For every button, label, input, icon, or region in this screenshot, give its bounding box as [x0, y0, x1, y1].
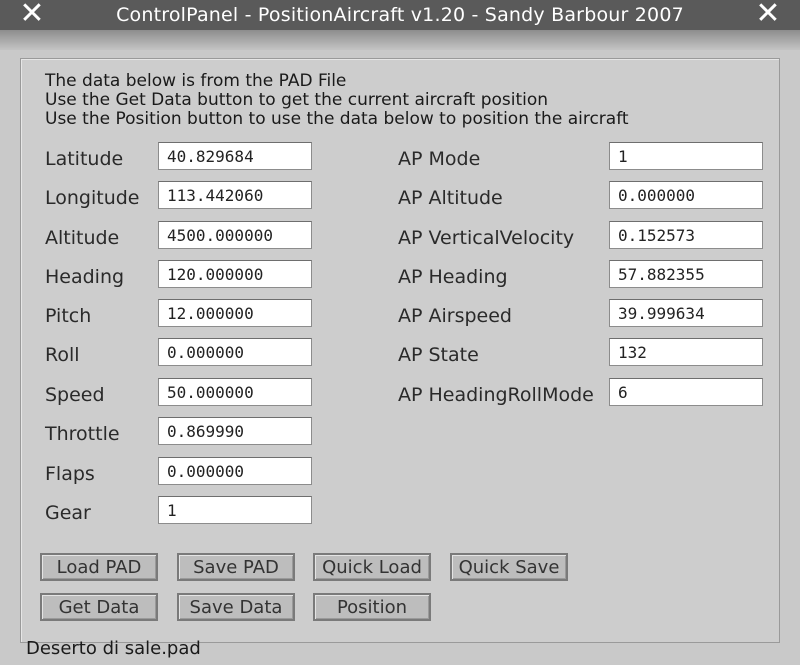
- label-ap-state: AP State: [398, 344, 479, 366]
- info-line-1: The data below is from the PAD File: [45, 71, 347, 91]
- label-latitude: Latitude: [45, 148, 124, 170]
- ap-airspeed-field[interactable]: [609, 299, 763, 327]
- label-ap-altitude: AP Altitude: [398, 187, 503, 209]
- position-button[interactable]: Position: [313, 593, 431, 621]
- ap-mode-field[interactable]: [609, 142, 763, 170]
- label-altitude: Altitude: [45, 227, 120, 249]
- longitude-field[interactable]: [158, 181, 312, 209]
- label-ap-heading-roll-mode: AP HeadingRollMode: [398, 384, 594, 406]
- heading-field[interactable]: [158, 260, 312, 288]
- label-longitude: Longitude: [45, 187, 140, 209]
- gear-field[interactable]: [158, 496, 312, 524]
- label-gear: Gear: [45, 502, 91, 524]
- quick-save-button[interactable]: Quick Save: [450, 553, 568, 581]
- label-heading: Heading: [45, 266, 125, 288]
- title-separator: [0, 30, 800, 50]
- save-data-button[interactable]: Save Data: [177, 593, 295, 621]
- ap-heading-roll-mode-field[interactable]: [609, 378, 763, 406]
- close-icon-right[interactable]: ✕: [748, 0, 788, 30]
- label-ap-vertical-velocity: AP VerticalVelocity: [398, 227, 575, 249]
- label-ap-heading: AP Heading: [398, 266, 508, 288]
- altitude-field[interactable]: [158, 221, 312, 249]
- window-title: ControlPanel - PositionAircraft v1.20 - …: [116, 4, 684, 26]
- roll-field[interactable]: [158, 338, 312, 366]
- load-pad-button[interactable]: Load PAD: [40, 553, 158, 581]
- pad-filename: Deserto di sale.pad: [26, 638, 201, 659]
- label-throttle: Throttle: [45, 423, 120, 445]
- flaps-field[interactable]: [158, 457, 312, 485]
- get-data-button[interactable]: Get Data: [40, 593, 158, 621]
- info-line-2: Use the Get Data button to get the curre…: [45, 90, 549, 110]
- label-pitch: Pitch: [45, 305, 92, 327]
- save-pad-button[interactable]: Save PAD: [177, 553, 295, 581]
- ap-heading-field[interactable]: [609, 260, 763, 288]
- ap-state-field[interactable]: [609, 338, 763, 366]
- label-roll: Roll: [45, 344, 80, 366]
- quick-load-button[interactable]: Quick Load: [313, 553, 431, 581]
- pitch-field[interactable]: [158, 299, 312, 327]
- throttle-field[interactable]: [158, 417, 312, 445]
- label-ap-airspeed: AP Airspeed: [398, 305, 512, 327]
- label-speed: Speed: [45, 384, 105, 406]
- latitude-field[interactable]: [158, 142, 312, 170]
- speed-field[interactable]: [158, 378, 312, 406]
- ap-altitude-field[interactable]: [609, 181, 763, 209]
- label-flaps: Flaps: [45, 463, 95, 485]
- info-line-3: Use the Position button to use the data …: [45, 110, 629, 128]
- label-ap-mode: AP Mode: [398, 148, 481, 170]
- title-bar: ✕ ControlPanel - PositionAircraft v1.20 …: [0, 0, 800, 30]
- ap-vertical-velocity-field[interactable]: [609, 221, 763, 249]
